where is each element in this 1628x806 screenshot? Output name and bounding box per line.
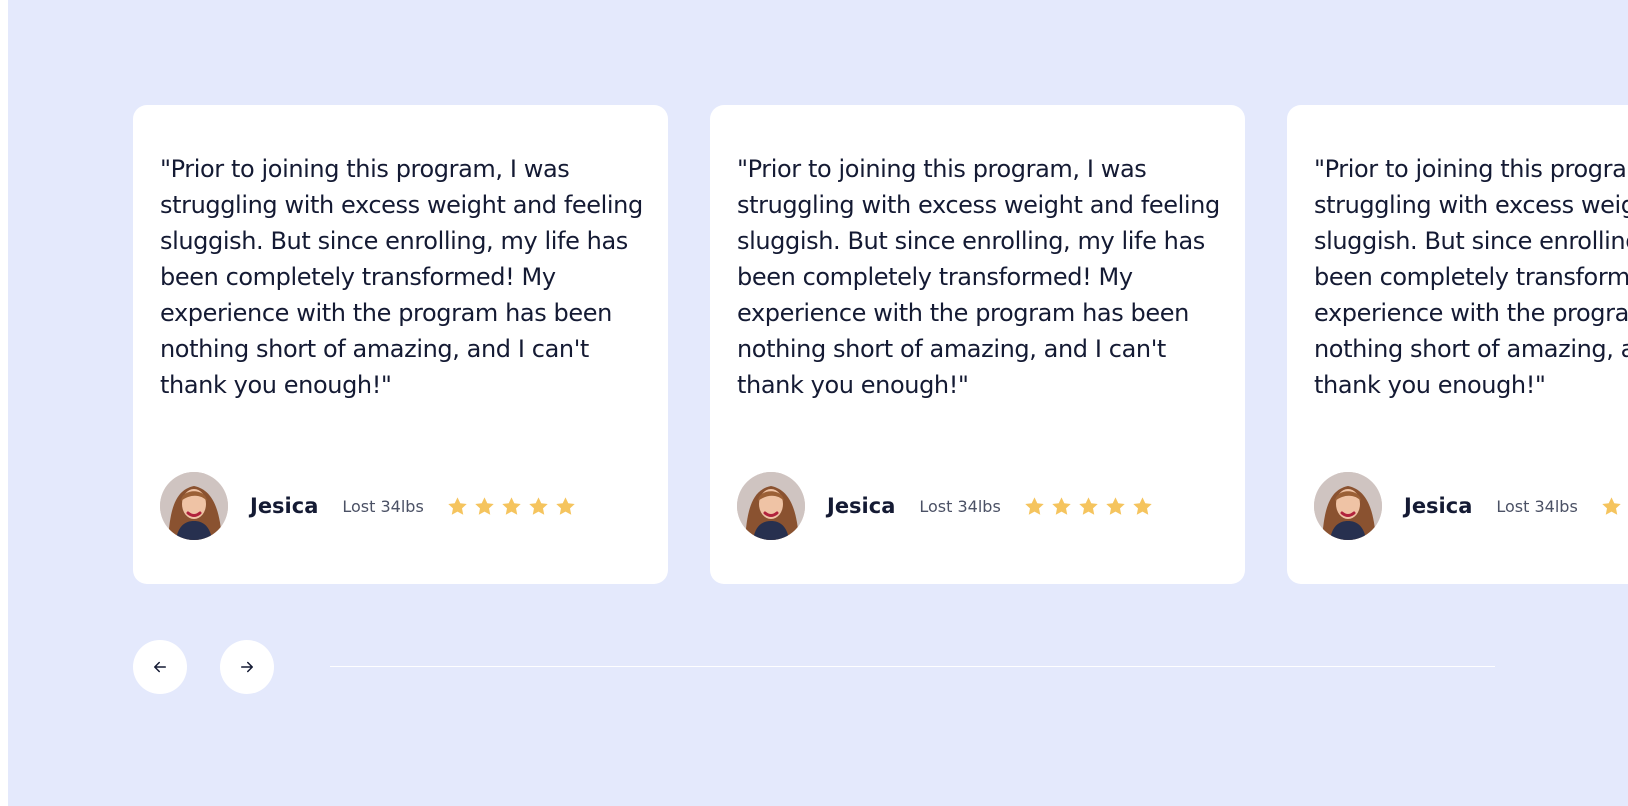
testimonial-quote: "Prior to joining this program, I was st… (737, 155, 1220, 399)
star-icon (448, 496, 467, 515)
testimonial-author: Jesica Lost 34lbs (160, 472, 577, 540)
testimonial-card: "Prior to joining this program, I was st… (133, 105, 668, 584)
author-result: Lost 34lbs (919, 496, 1001, 516)
testimonial-quote: "Prior to joining this program, I was st… (160, 155, 643, 399)
testimonials-section: "Prior to joining this program, I was st… (8, 0, 1628, 806)
testimonial-card: "Prior to joining this program, I was st… (1287, 105, 1628, 584)
author-name: Jesica (250, 494, 319, 518)
star-icon (475, 496, 494, 515)
star-icon (502, 496, 521, 515)
testimonial-quote: "Prior to joining this program, I was st… (1314, 155, 1628, 399)
star-icon (1133, 496, 1152, 515)
testimonial-author: Jesica Lost 34lbs (1314, 472, 1628, 540)
testimonial-card: "Prior to joining this program, I was st… (710, 105, 1245, 584)
star-icon (556, 496, 575, 515)
previous-button[interactable] (133, 640, 187, 694)
avatar (737, 472, 805, 540)
star-rating (446, 495, 577, 518)
star-icon (1079, 496, 1098, 515)
star-rating (1023, 495, 1154, 518)
star-icon (1602, 496, 1621, 515)
next-button[interactable] (220, 640, 274, 694)
author-result: Lost 34lbs (1496, 496, 1578, 516)
author-result: Lost 34lbs (342, 496, 424, 516)
star-icon (1106, 496, 1125, 515)
testimonial-author: Jesica Lost 34lbs (737, 472, 1154, 540)
star-rating (1600, 495, 1628, 518)
author-name: Jesica (1404, 494, 1473, 518)
arrow-right-icon (241, 661, 253, 673)
star-icon (529, 496, 548, 515)
star-icon (1052, 496, 1071, 515)
star-icon (1025, 496, 1044, 515)
author-name: Jesica (827, 494, 896, 518)
carousel-progress-track[interactable] (330, 666, 1495, 667)
testimonial-carousel[interactable]: "Prior to joining this program, I was st… (133, 105, 1628, 585)
avatar (160, 472, 228, 540)
carousel-controls (133, 640, 1503, 694)
arrow-left-icon (154, 661, 166, 673)
avatar (1314, 472, 1382, 540)
